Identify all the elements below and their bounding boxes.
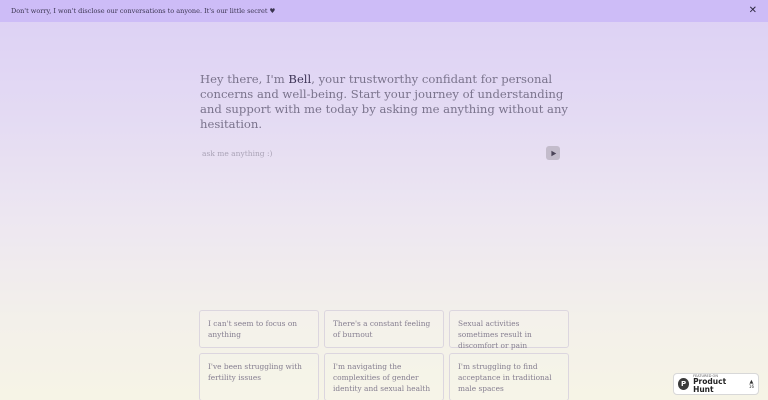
ask-bar: [200, 144, 560, 162]
suggestion-card[interactable]: There's a constant feeling of burnout: [324, 310, 444, 348]
suggestion-card[interactable]: I'm navigating the complexities of gende…: [324, 353, 444, 400]
suggestion-grid: I can't seem to focus on anything There'…: [199, 310, 569, 400]
close-icon[interactable]: ✕: [749, 6, 757, 16]
privacy-banner: Don't worry, I won't disclose our conver…: [0, 0, 768, 22]
banner-text: Don't worry, I won't disclose our conver…: [11, 7, 276, 15]
suggestion-card[interactable]: I'm struggling to find acceptance in tra…: [449, 353, 569, 400]
play-icon: [550, 150, 556, 156]
intro-text: Hey there, I'm Bell, your trustworthy co…: [200, 72, 570, 132]
bot-name: Bell: [288, 72, 312, 86]
suggestion-card[interactable]: Sexual activities sometimes result in di…: [449, 310, 569, 350]
product-hunt-name: Product Hunt: [693, 377, 727, 394]
ask-input[interactable]: [200, 148, 520, 158]
product-hunt-logo-icon: P: [678, 378, 690, 390]
product-hunt-label: FEATURED ON Product Hunt: [693, 374, 745, 394]
suggestion-card[interactable]: I can't seem to focus on anything: [199, 310, 319, 348]
product-hunt-badge[interactable]: P FEATURED ON Product Hunt ▲ 16: [673, 373, 759, 395]
upvote-count: ▲ 16: [748, 379, 754, 389]
upvote-number: 16: [748, 383, 754, 389]
intro-before: Hey there, I'm: [200, 72, 289, 86]
send-button[interactable]: [546, 146, 560, 160]
suggestion-card[interactable]: I've been struggling with fertility issu…: [199, 353, 319, 400]
